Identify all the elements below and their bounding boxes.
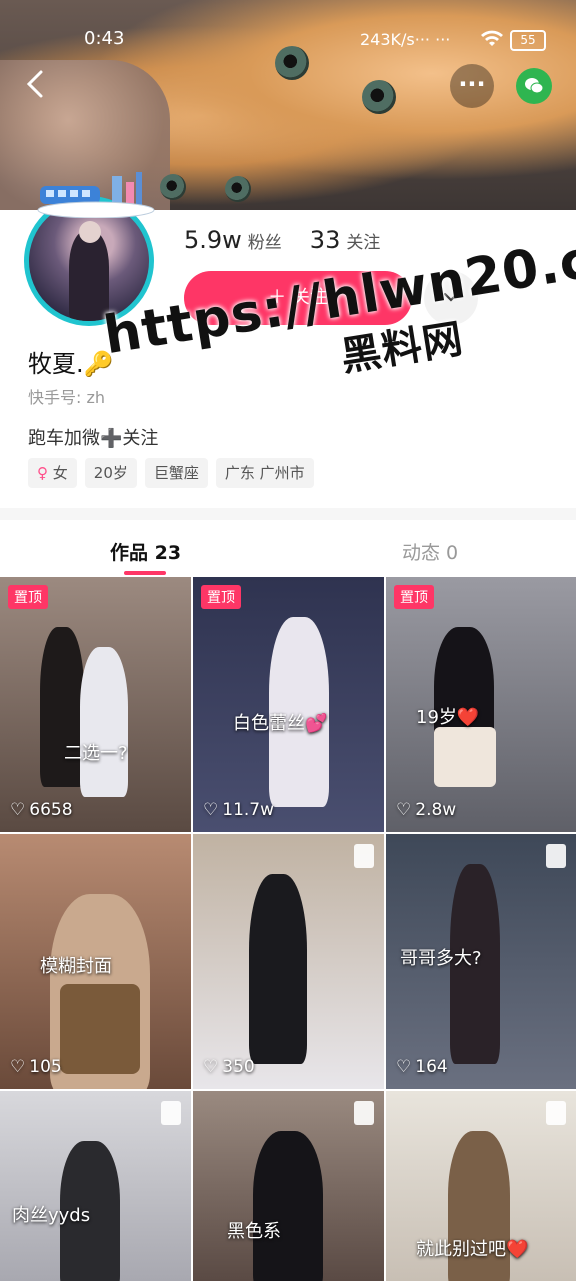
work-item[interactable]: 黑色系 [193, 1091, 384, 1281]
work-item[interactable]: ♡ 350 [193, 834, 384, 1089]
wechat-icon [525, 78, 544, 94]
work-item[interactable]: 肉丝yyds [0, 1091, 191, 1281]
work-item[interactable]: 哥哥多大? ♡ 164 [386, 834, 576, 1089]
followers-count[interactable]: 5.9w [184, 226, 242, 254]
like-count: ♡ 11.7w [203, 800, 275, 820]
following-count[interactable]: 33 [310, 226, 341, 254]
profile-tags: ♀ 女 20岁 巨蟹座 广东 广州市 [28, 458, 314, 488]
more-button[interactable]: ··· [450, 64, 494, 108]
tag-location: 广东 广州市 [215, 458, 314, 488]
pinned-badge: 置顶 [394, 585, 434, 609]
status-time: 0:43 [84, 28, 125, 49]
work-item[interactable]: 置顶 白色蕾丝💕 ♡ 11.7w [193, 577, 384, 832]
profile-stats: 5.9w 粉丝 33 关注 [184, 226, 408, 254]
heart-icon: ♡ [396, 800, 412, 820]
video-type-icon [354, 1101, 374, 1125]
tab-moments[interactable]: 动态 0 [402, 538, 458, 565]
wifi-icon [480, 28, 504, 53]
tag-age: 20岁 [84, 458, 137, 488]
work-caption: 肉丝yyds [12, 1205, 91, 1226]
video-type-icon [546, 1101, 566, 1125]
like-count: ♡ 105 [10, 1057, 62, 1077]
avatar-train-decoration [37, 172, 155, 218]
heart-icon: ♡ [396, 1057, 412, 1077]
heart-icon: ♡ [203, 800, 219, 820]
following-label[interactable]: 关注 [346, 233, 380, 253]
more-dots-icon: ··· [458, 70, 486, 98]
cat-eye [362, 80, 396, 114]
username: 牧夏.🔑 [28, 350, 114, 378]
video-type-icon [161, 1101, 181, 1125]
section-divider [0, 508, 576, 520]
heart-icon: ♡ [203, 1057, 219, 1077]
pinned-badge: 置顶 [201, 585, 241, 609]
cat-eye [225, 176, 251, 202]
work-item[interactable]: 就此别过吧❤️ [386, 1091, 576, 1281]
work-caption: 二选一? [64, 743, 128, 764]
status-bar: 0:43 243K/s··· ··· 55 [0, 0, 576, 80]
bio: 跑车加微➕关注 [28, 428, 159, 449]
like-count: ♡ 350 [203, 1057, 255, 1077]
video-type-icon [354, 844, 374, 868]
like-count: ♡ 6658 [10, 800, 73, 820]
cat-eye [160, 174, 186, 200]
heart-icon: ♡ [10, 1057, 26, 1077]
work-item[interactable]: 模糊封面 ♡ 105 [0, 834, 191, 1089]
kuaishou-id[interactable]: 快手号: zh [28, 384, 105, 408]
video-type-icon [546, 844, 566, 868]
back-button[interactable] [18, 66, 54, 102]
battery-icon: 55 [510, 30, 546, 51]
tag-zodiac: 巨蟹座 [144, 458, 208, 488]
heart-icon: ♡ [10, 800, 26, 820]
tag-gender: ♀ 女 [28, 458, 77, 488]
work-caption: 就此别过吧❤️ [416, 1239, 529, 1260]
work-item[interactable]: 置顶 二选一? ♡ 6658 [0, 577, 191, 832]
work-caption: 黑色系 [227, 1221, 281, 1242]
works-grid: 置顶 二选一? ♡ 6658 置顶 白色蕾丝💕 ♡ 11.7w 置顶 19岁❤️ ♡… [0, 577, 576, 1281]
like-count: ♡ 164 [396, 1057, 448, 1077]
work-caption: 白色蕾丝💕 [233, 713, 328, 734]
wechat-share-button[interactable] [516, 68, 552, 104]
female-icon: ♀ [37, 464, 48, 482]
work-caption: 哥哥多大? [400, 948, 482, 969]
tab-works[interactable]: 作品 23 [110, 538, 181, 565]
active-tab-indicator [124, 571, 166, 575]
pinned-badge: 置顶 [8, 585, 48, 609]
status-network-speed: 243K/s··· ··· [360, 30, 451, 49]
followers-label[interactable]: 粉丝 [248, 233, 282, 253]
work-caption: 19岁❤️ [416, 707, 480, 728]
work-caption: 模糊封面 [40, 956, 112, 977]
work-item[interactable]: 置顶 19岁❤️ ♡ 2.8w [386, 577, 576, 832]
like-count: ♡ 2.8w [396, 800, 457, 820]
